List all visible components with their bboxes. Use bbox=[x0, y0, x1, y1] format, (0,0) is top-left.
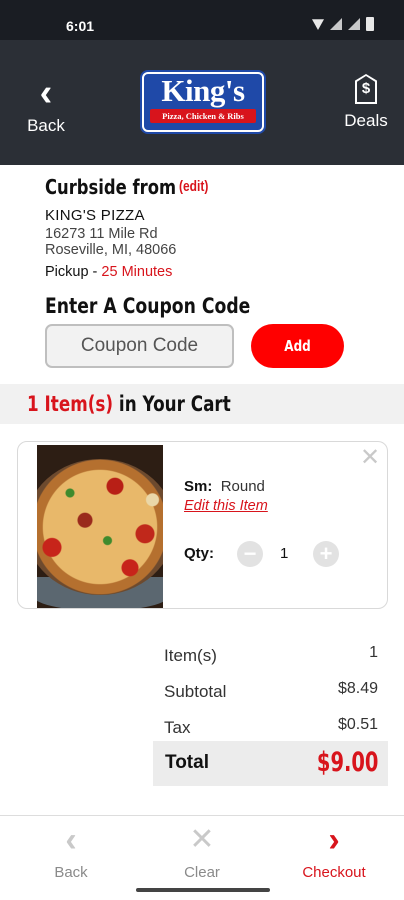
deals-label: Deals bbox=[344, 111, 388, 130]
app-header: ‹ Back King's Pizza, Chicken & Ribs $ De… bbox=[0, 40, 404, 165]
qty-label: Qty: bbox=[184, 545, 214, 562]
bottom-back-label: Back bbox=[54, 864, 88, 881]
price-tag-icon: $ bbox=[355, 74, 377, 104]
close-icon: ✕ bbox=[189, 823, 215, 856]
bottom-checkout-button[interactable]: › Checkout bbox=[293, 822, 375, 882]
pickup-time: 25 Minutes bbox=[101, 264, 173, 280]
wifi-icon bbox=[312, 19, 324, 30]
pizza-photo bbox=[37, 445, 163, 608]
summary-items-label: Item(s) bbox=[164, 646, 217, 665]
edit-location-link[interactable]: (edit) bbox=[179, 178, 208, 195]
size-label: Sm: bbox=[184, 478, 213, 495]
kings-logo: King's Pizza, Chicken & Ribs bbox=[142, 72, 264, 132]
chevron-left-icon: ‹ bbox=[65, 821, 77, 859]
summary-tax-label: Tax bbox=[164, 718, 191, 737]
item-size-line: Sm: Round bbox=[184, 478, 265, 495]
logo-tagline: Pizza, Chicken & Ribs bbox=[150, 109, 256, 123]
edit-item-link[interactable]: Edit this Item bbox=[184, 498, 268, 514]
status-time: 6:01 bbox=[66, 18, 95, 34]
cart-header: 1 Item(s) in Your Cart bbox=[0, 384, 404, 424]
logo-name: King's bbox=[161, 73, 245, 108]
cart-item-count: 1 Item(s) bbox=[27, 392, 114, 416]
summary-subtotal-value: $8.49 bbox=[337, 680, 378, 697]
add-coupon-label: Add bbox=[284, 337, 311, 355]
bottom-checkout-label: Checkout bbox=[302, 864, 366, 881]
remove-item-close-icon[interactable]: ✕ bbox=[359, 446, 381, 470]
pickup-time-line: Pickup - 25 Minutes bbox=[45, 264, 172, 280]
store-address: 16273 11 Mile Rd Roseville, MI, 48066 bbox=[45, 226, 176, 258]
qty-minus-button[interactable]: − bbox=[237, 541, 263, 567]
chevron-left-icon: ‹ bbox=[39, 72, 53, 114]
summary-subtotal-row: Subtotal $8.49 bbox=[164, 676, 378, 706]
summary-tax-row: Tax $0.51 bbox=[164, 712, 378, 742]
pickup-label: Pickup bbox=[45, 264, 89, 280]
cart-header-text: 1 Item(s) in Your Cart bbox=[27, 392, 231, 416]
coupon-title: Enter A Coupon Code bbox=[45, 294, 251, 318]
pizza-graphic bbox=[37, 459, 163, 595]
summary-total-label: Total bbox=[165, 752, 209, 773]
battery-icon bbox=[366, 17, 374, 31]
bottom-clear-button[interactable]: ✕ Clear bbox=[162, 822, 242, 882]
deals-button[interactable]: $ Deals bbox=[340, 74, 392, 134]
curbside-title: Curbside from bbox=[45, 175, 177, 199]
summary-total-row: Total $9.00 bbox=[153, 741, 388, 786]
status-bar: 6:01 bbox=[0, 0, 404, 40]
chevron-right-icon: › bbox=[328, 821, 340, 859]
signal-icon-2 bbox=[348, 18, 360, 30]
summary-items-value: 1 bbox=[369, 644, 378, 661]
summary-total-value: $9.00 bbox=[316, 747, 378, 778]
qty-value: 1 bbox=[280, 545, 289, 562]
summary-subtotal-label: Subtotal bbox=[164, 682, 227, 701]
store-name: KING'S PIZZA bbox=[45, 207, 145, 224]
size-value: Round bbox=[220, 478, 265, 495]
cart-item-card: ✕ Sm: Round Edit this Item Qty: − 1 + bbox=[17, 441, 388, 609]
qty-plus-button[interactable]: + bbox=[313, 541, 339, 567]
summary-items-row: Item(s) 1 bbox=[164, 640, 378, 670]
summary-tax-value: $0.51 bbox=[337, 716, 378, 733]
signal-icon bbox=[330, 18, 342, 30]
bottom-clear-label: Clear bbox=[184, 864, 220, 881]
status-icons bbox=[312, 17, 374, 31]
pickup-separator: - bbox=[88, 264, 102, 280]
bottom-back-button[interactable]: ‹ Back bbox=[31, 822, 111, 882]
coupon-code-input[interactable] bbox=[45, 324, 234, 368]
header-back-label: Back bbox=[27, 116, 65, 135]
home-indicator bbox=[136, 888, 270, 892]
cart-header-suffix: in Your Cart bbox=[113, 392, 231, 416]
address-line-2: Roseville, MI, 48066 bbox=[45, 242, 177, 258]
header-back-button[interactable]: ‹ Back bbox=[22, 72, 70, 138]
add-coupon-button[interactable]: Add bbox=[251, 324, 344, 368]
address-line-1: 16273 11 Mile Rd bbox=[45, 226, 158, 242]
bottom-nav: ‹ Back ✕ Clear › Checkout bbox=[0, 815, 404, 885]
